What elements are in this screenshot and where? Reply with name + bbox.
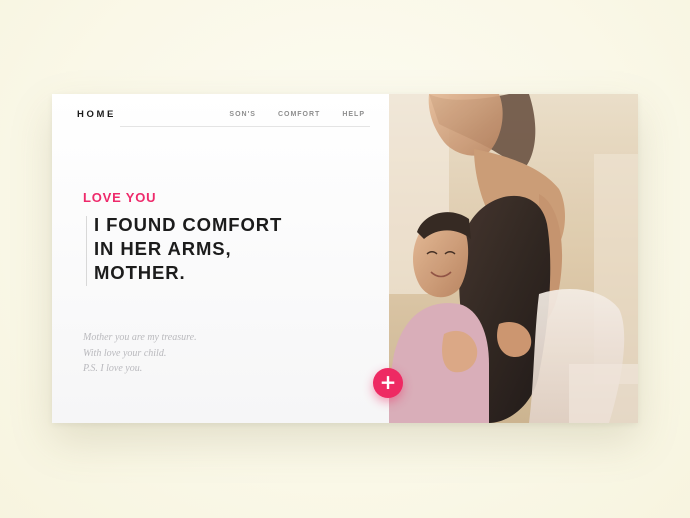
- add-button[interactable]: +: [373, 368, 403, 398]
- hero-card: HOME SON'S COMFORT HELP LOVE YOU I FOUND…: [52, 94, 638, 423]
- headline-line: MOTHER.: [94, 262, 186, 283]
- headline-line: IN HER ARMS,: [94, 238, 232, 259]
- signature-note: Mother you are my treasure. With love yo…: [83, 330, 197, 377]
- nav-divider: [120, 126, 370, 127]
- hero-photo: [389, 94, 638, 423]
- nav-item-comfort[interactable]: COMFORT: [278, 111, 320, 118]
- eyebrow-label: LOVE YOU: [83, 190, 157, 205]
- nav-item-help[interactable]: HELP: [342, 111, 365, 118]
- hero-photo-illustration: [389, 94, 638, 423]
- content-panel: HOME SON'S COMFORT HELP LOVE YOU I FOUND…: [52, 94, 389, 423]
- note-line: Mother you are my treasure.: [83, 332, 197, 343]
- nav-item-sons[interactable]: SON'S: [229, 111, 256, 118]
- note-line: With love your child.: [83, 347, 167, 359]
- note-line: P.S. I love you.: [83, 363, 143, 374]
- headline-line: I FOUND COMFORT: [94, 214, 283, 235]
- headline: I FOUND COMFORT IN HER ARMS, MOTHER.: [94, 213, 282, 285]
- home-logo-link[interactable]: HOME: [77, 109, 116, 120]
- plus-icon: +: [379, 370, 397, 394]
- headline-accent-line: [86, 216, 87, 286]
- top-nav: SON'S COMFORT HELP: [229, 111, 365, 118]
